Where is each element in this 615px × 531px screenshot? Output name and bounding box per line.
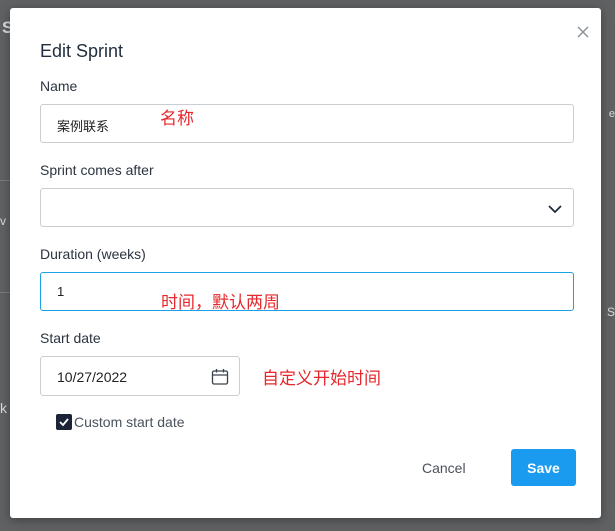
duration-label: Duration (weeks) bbox=[40, 246, 146, 262]
duration-value: 1 bbox=[57, 284, 65, 299]
start-date-field[interactable]: 10/27/2022 bbox=[40, 356, 240, 396]
name-value: 案例联系 bbox=[57, 119, 110, 134]
save-button[interactable]: Save bbox=[511, 449, 576, 486]
close-icon bbox=[577, 26, 589, 38]
dialog-title: Edit Sprint bbox=[40, 41, 124, 61]
name-annotation: 名称 bbox=[160, 109, 194, 128]
custom-start-date-checkbox[interactable] bbox=[56, 414, 72, 430]
cancel-button[interactable]: Cancel bbox=[422, 460, 466, 476]
background-divider bbox=[0, 180, 10, 181]
start-date-annotation: 自定义开始时间 bbox=[262, 369, 381, 388]
background-text-fragment: S bbox=[606, 305, 615, 319]
close-button[interactable] bbox=[575, 24, 591, 40]
name-field[interactable]: 案例联系 bbox=[40, 104, 574, 143]
custom-start-date-label: Custom start date bbox=[74, 414, 185, 430]
duration-field[interactable]: 1 bbox=[40, 272, 574, 311]
sprint-comes-after-label: Sprint comes after bbox=[40, 162, 154, 178]
background-text-fragment: v bbox=[0, 214, 6, 228]
edit-sprint-dialog: Edit Sprint Name 案例联系 名称 Sprint comes af… bbox=[10, 8, 601, 518]
background-text-fragment: k bbox=[0, 400, 7, 416]
start-date-label: Start date bbox=[40, 330, 101, 346]
duration-annotation: 时间，默认两周 bbox=[161, 293, 280, 312]
name-label: Name bbox=[40, 78, 78, 94]
background-text-fragment: e bbox=[608, 108, 615, 120]
chevron-down-icon bbox=[548, 205, 562, 214]
checkmark-icon bbox=[59, 418, 69, 427]
custom-start-date-row: Custom start date bbox=[56, 414, 185, 430]
background-divider bbox=[0, 292, 10, 293]
calendar-icon[interactable] bbox=[211, 368, 229, 386]
sprint-comes-after-select[interactable] bbox=[40, 188, 574, 227]
start-date-value: 10/27/2022 bbox=[57, 369, 128, 385]
